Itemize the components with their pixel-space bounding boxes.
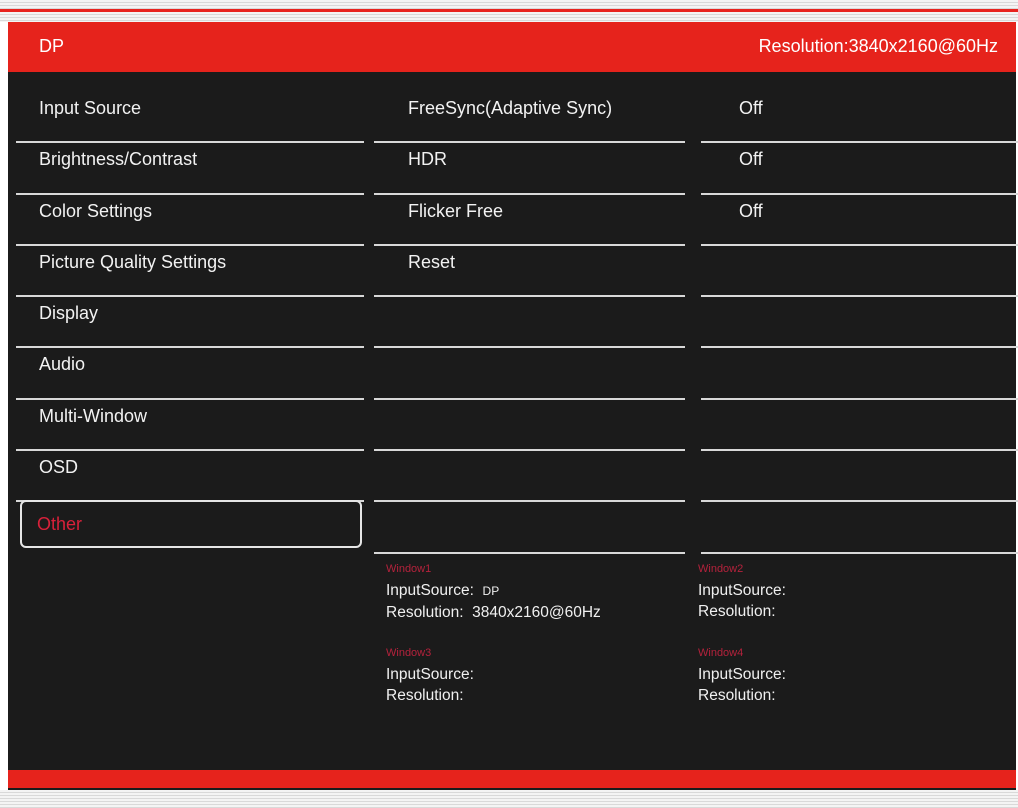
submenu: FreeSync(Adaptive Sync) HDR Flicker Free…	[374, 92, 685, 554]
top-accent-line	[0, 9, 1018, 12]
menu-item-multi-window[interactable]: Multi-Window	[16, 400, 364, 452]
value-empty-row	[701, 297, 1018, 349]
top-bezel	[0, 0, 1018, 22]
submenu-empty-row	[374, 502, 685, 554]
window2-resolution-label: Resolution:	[698, 603, 776, 620]
divider	[701, 551, 1018, 554]
window4-info: Window4 InputSource: Resolution:	[698, 646, 786, 706]
submenu-item-reset[interactable]: Reset	[374, 246, 685, 298]
window3-info: Window3 InputSource: Resolution:	[386, 646, 474, 706]
main-menu: Input Source Brightness/Contrast Color S…	[16, 92, 364, 554]
value-label: Off	[739, 98, 763, 118]
menu-item-color-settings[interactable]: Color Settings	[16, 195, 364, 246]
value-label: Off	[739, 149, 763, 170]
current-input-source: DP	[39, 36, 65, 56]
menu-item-label: Display	[39, 303, 99, 324]
value-empty-row	[701, 348, 1018, 400]
window3-input-label: InputSource:	[386, 666, 474, 683]
submenu-item-label: Reset	[408, 251, 456, 272]
menu-item-label: Input Source	[39, 98, 142, 118]
osd-footer-bar	[8, 770, 1016, 788]
submenu-item-label: Flicker Free	[408, 200, 504, 221]
window2-info: Window2 InputSource: Resolution:	[698, 562, 786, 622]
submenu-empty-row	[374, 348, 685, 400]
menu-item-display[interactable]: Display	[16, 297, 364, 349]
submenu-empty-row	[374, 451, 685, 503]
menu-item-brightness-contrast[interactable]: Brightness/Contrast	[16, 143, 364, 195]
submenu-empty-row	[374, 297, 685, 349]
menu-item-label: Brightness/Contrast	[39, 149, 198, 170]
value-empty-row	[701, 246, 1018, 298]
value-empty-row	[701, 400, 1018, 452]
window1-input-label: InputSource:	[386, 582, 474, 599]
submenu-item-freesync[interactable]: FreeSync(Adaptive Sync)	[374, 92, 685, 144]
submenu-item-label: HDR	[408, 149, 447, 170]
submenu-item-hdr[interactable]: HDR	[374, 143, 685, 195]
menu-item-picture-quality-settings[interactable]: Picture Quality Settings	[16, 246, 364, 298]
bottom-bezel	[0, 790, 1018, 808]
menu-item-input-source[interactable]: Input Source	[16, 92, 364, 144]
menu-item-label: OSD	[39, 457, 79, 478]
window1-resolution-value: 3840x2160@60Hz	[472, 604, 601, 621]
value-hdr[interactable]: Off	[701, 143, 1018, 195]
divider	[374, 551, 685, 554]
window4-title: Window4	[698, 647, 744, 659]
window4-resolution-label: Resolution:	[698, 687, 776, 704]
value-empty-row	[701, 502, 1018, 554]
menu-item-other[interactable]: Other	[16, 500, 364, 553]
menu-item-label: Audio	[39, 354, 86, 375]
window3-title: Window3	[386, 647, 432, 659]
menu-item-label: Picture Quality Settings	[39, 251, 227, 272]
window1-info: Window1 InputSource: DP Resolution: 3840…	[386, 562, 601, 623]
value-flicker-free[interactable]: Off	[701, 195, 1018, 246]
window3-resolution-label: Resolution:	[386, 687, 464, 704]
menu-item-osd[interactable]: OSD	[16, 451, 364, 503]
window2-input-label: InputSource:	[698, 582, 786, 599]
value-label: Off	[739, 200, 763, 221]
menu-item-label: Other	[37, 514, 83, 535]
window1-title: Window1	[386, 563, 432, 575]
value-column: Off Off Off	[701, 92, 1018, 554]
value-freesync[interactable]: Off	[701, 92, 1018, 144]
menu-item-label: Multi-Window	[39, 405, 148, 426]
osd-menu: DP Resolution:3840x2160@60Hz Input Sourc…	[8, 22, 1018, 790]
value-empty-row	[701, 451, 1018, 503]
submenu-item-flicker-free[interactable]: Flicker Free	[374, 195, 685, 246]
menu-item-label: Color Settings	[39, 200, 153, 221]
submenu-item-label: FreeSync(Adaptive Sync)	[408, 98, 613, 118]
current-resolution: Resolution:3840x2160@60Hz	[758, 36, 998, 56]
osd-header: DP Resolution:3840x2160@60Hz	[8, 22, 1016, 72]
window2-title: Window2	[698, 563, 744, 575]
window1-resolution-label: Resolution:	[386, 604, 464, 621]
window1-input-value: DP	[482, 584, 500, 598]
menu-item-audio[interactable]: Audio	[16, 348, 364, 400]
submenu-empty-row	[374, 400, 685, 452]
window4-input-label: InputSource:	[698, 666, 786, 683]
